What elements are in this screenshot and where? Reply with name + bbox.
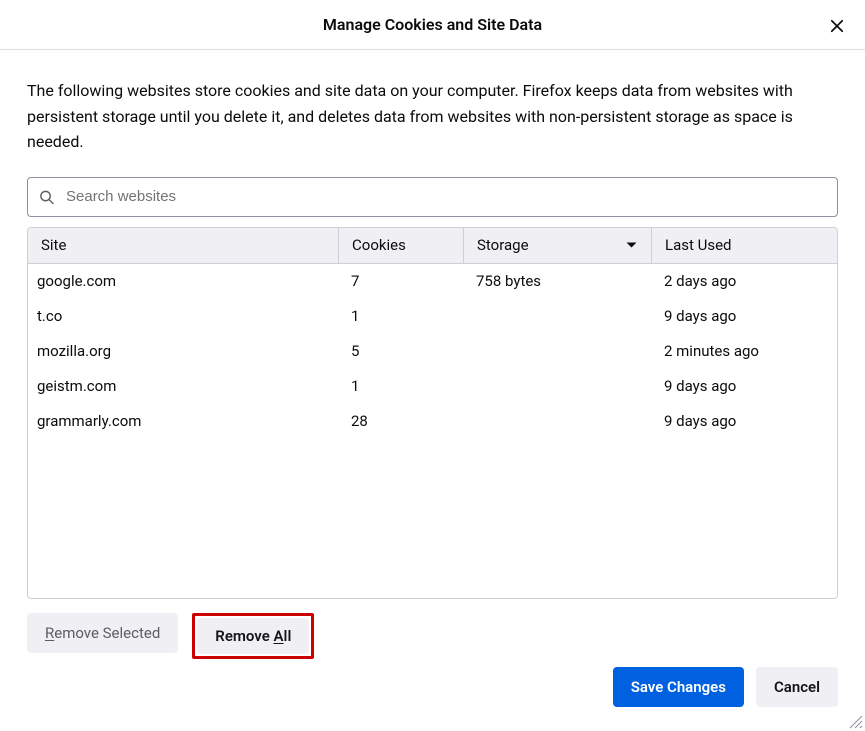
cell-last-used: 9 days ago	[651, 412, 837, 430]
column-header-storage[interactable]: Storage	[463, 228, 651, 263]
search-wrapper	[27, 177, 838, 217]
resize-grip-icon	[847, 713, 863, 729]
cell-cookies: 1	[338, 307, 463, 325]
column-header-label: Site	[41, 236, 66, 254]
cell-cookies: 5	[338, 342, 463, 360]
close-icon	[828, 17, 846, 35]
cell-last-used: 2 days ago	[651, 272, 837, 290]
cell-storage: 758 bytes	[463, 272, 651, 290]
column-header-cookies[interactable]: Cookies	[338, 228, 463, 263]
highlight-annotation: Remove All	[192, 613, 314, 659]
button-label-rest: ll	[284, 627, 292, 645]
cell-cookies: 7	[338, 272, 463, 290]
accelerator-char: R	[45, 624, 54, 642]
accelerator-char: A	[274, 627, 284, 645]
column-header-label: Cookies	[352, 236, 406, 254]
remove-selected-button[interactable]: Remove Selected	[27, 613, 178, 653]
description-text: The following websites store cookies and…	[27, 78, 838, 155]
table-row[interactable]: google.com7758 bytes2 days ago	[28, 264, 837, 299]
table-row[interactable]: grammarly.com28 9 days ago	[28, 404, 837, 439]
cookies-table: Site Cookies Storage Last Used google.co…	[27, 227, 838, 599]
table-row[interactable]: t.co1 9 days ago	[28, 299, 837, 334]
cell-last-used: 9 days ago	[651, 307, 837, 325]
cancel-button[interactable]: Cancel	[756, 667, 838, 707]
cell-last-used: 9 days ago	[651, 377, 837, 395]
column-header-last-used[interactable]: Last Used	[651, 228, 837, 263]
footer-buttons: Save Changes Cancel	[613, 667, 838, 707]
column-header-label: Last Used	[665, 236, 732, 254]
cell-last-used: 2 minutes ago	[651, 342, 837, 360]
cell-site: t.co	[28, 307, 338, 325]
cell-site: grammarly.com	[28, 412, 338, 430]
search-input[interactable]	[27, 177, 838, 217]
column-header-label: Storage	[477, 236, 529, 254]
close-button[interactable]	[823, 12, 851, 40]
button-label-prefix: Remove	[215, 627, 273, 645]
removal-buttons: Remove Selected Remove All	[27, 613, 838, 659]
remove-all-button[interactable]: Remove All	[197, 618, 309, 654]
dialog-header: Manage Cookies and Site Data	[0, 0, 865, 50]
cell-site: mozilla.org	[28, 342, 338, 360]
sort-descending-icon	[626, 242, 637, 249]
cell-site: geistm.com	[28, 377, 338, 395]
table-header: Site Cookies Storage Last Used	[28, 228, 837, 264]
cell-site: google.com	[28, 272, 338, 290]
save-changes-button[interactable]: Save Changes	[613, 667, 744, 707]
button-label-rest: emove Selected	[54, 624, 160, 642]
cell-cookies: 28	[338, 412, 463, 430]
table-body: google.com7758 bytes2 days agot.co19 day…	[28, 264, 837, 439]
dialog-title: Manage Cookies and Site Data	[323, 15, 542, 34]
cell-cookies: 1	[338, 377, 463, 395]
table-row[interactable]: mozilla.org5 2 minutes ago	[28, 334, 837, 369]
column-header-site[interactable]: Site	[28, 228, 338, 263]
table-row[interactable]: geistm.com1 9 days ago	[28, 369, 837, 404]
dialog-body: The following websites store cookies and…	[0, 50, 865, 659]
